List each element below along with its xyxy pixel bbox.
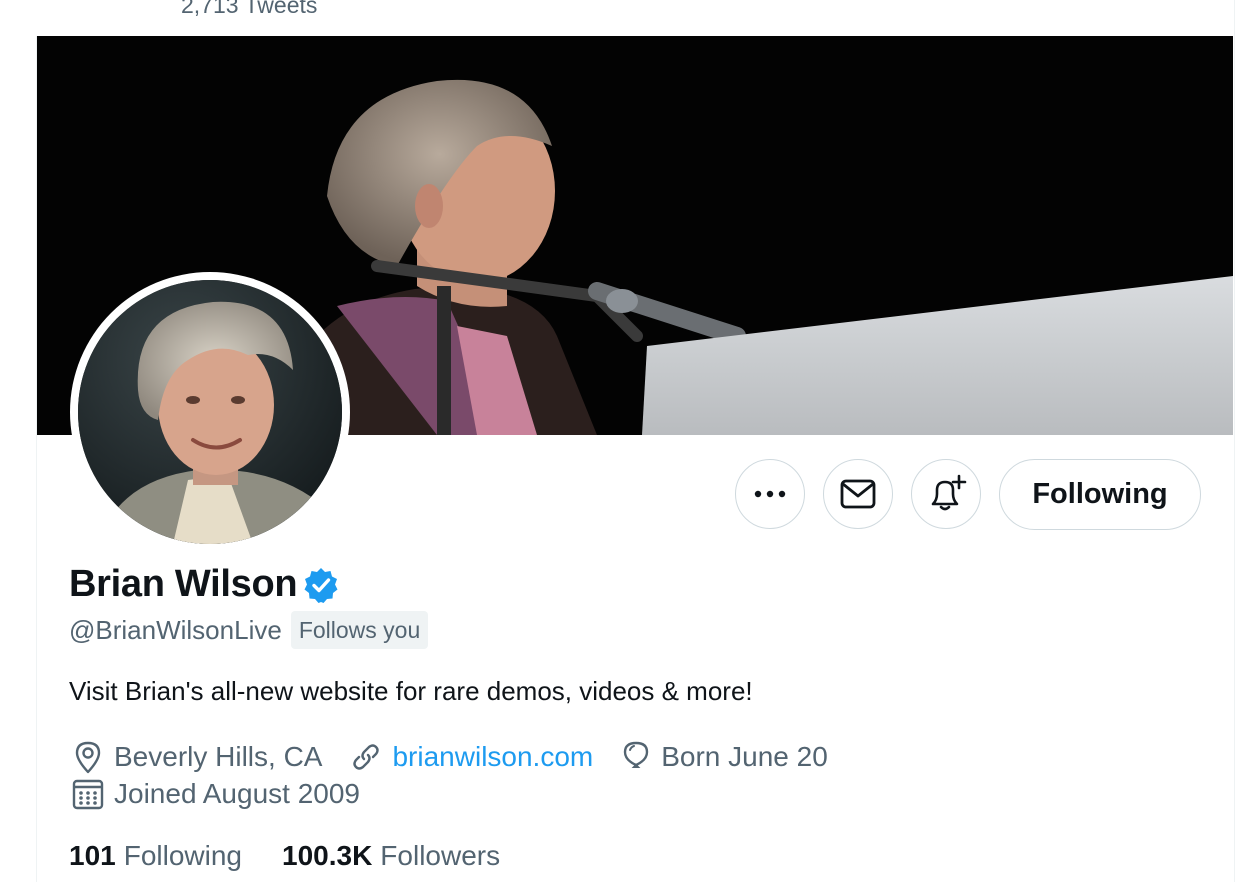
location-pin-icon bbox=[75, 741, 101, 774]
mail-icon bbox=[840, 479, 876, 509]
display-name: Brian Wilson bbox=[69, 563, 298, 605]
handle-row: @BrianWilsonLive Follows you bbox=[69, 611, 429, 649]
location-item: Beverly Hills, CA bbox=[72, 740, 322, 774]
calendar-icon bbox=[72, 779, 104, 810]
following-count: 101 bbox=[69, 840, 116, 871]
message-button[interactable] bbox=[823, 459, 893, 529]
birthday-text: Born June 20 bbox=[661, 741, 828, 772]
name-row: Brian Wilson bbox=[69, 563, 339, 606]
following-label: Following bbox=[123, 840, 242, 871]
birthday-item: Born June 20 bbox=[621, 740, 828, 774]
tweet-count: 2,713 Tweets bbox=[181, 0, 318, 18]
profile-meta-joined: Joined August 2009 bbox=[72, 778, 388, 810]
joined-text: Joined August 2009 bbox=[114, 778, 360, 809]
website-item[interactable]: brianwilson.com bbox=[350, 741, 593, 773]
avatar[interactable] bbox=[78, 280, 342, 544]
link-icon bbox=[353, 744, 380, 770]
following-stat[interactable]: 101 Following bbox=[69, 840, 242, 872]
followers-count: 100.3K bbox=[282, 840, 373, 871]
joined-item: Joined August 2009 bbox=[72, 778, 360, 810]
username-handle: @BrianWilsonLive bbox=[69, 614, 282, 645]
following-button[interactable]: Following bbox=[999, 459, 1201, 530]
followers-stat[interactable]: 100.3K Followers bbox=[282, 840, 500, 872]
follows-you-badge: Follows you bbox=[290, 611, 429, 649]
follow-stats: 101 Following 100.3K Followers bbox=[69, 840, 540, 872]
verified-badge-icon[interactable] bbox=[303, 567, 339, 603]
website-link[interactable]: brianwilson.com bbox=[392, 741, 593, 773]
notify-button[interactable] bbox=[911, 459, 981, 529]
profile-bio: Visit Brian's all-new website for rare d… bbox=[69, 676, 753, 706]
profile-header-strip: 2,713 Tweets bbox=[36, 0, 1233, 36]
bell-plus-icon bbox=[931, 474, 967, 511]
profile-meta: Beverly Hills, CA brianwilson.com Born J… bbox=[72, 740, 856, 774]
avatar-ring bbox=[70, 272, 350, 552]
location-text: Beverly Hills, CA bbox=[114, 741, 323, 772]
followers-label: Followers bbox=[380, 840, 501, 871]
balloon-icon bbox=[624, 741, 649, 768]
more-button[interactable] bbox=[735, 459, 805, 529]
more-horizontal-icon bbox=[754, 490, 786, 498]
